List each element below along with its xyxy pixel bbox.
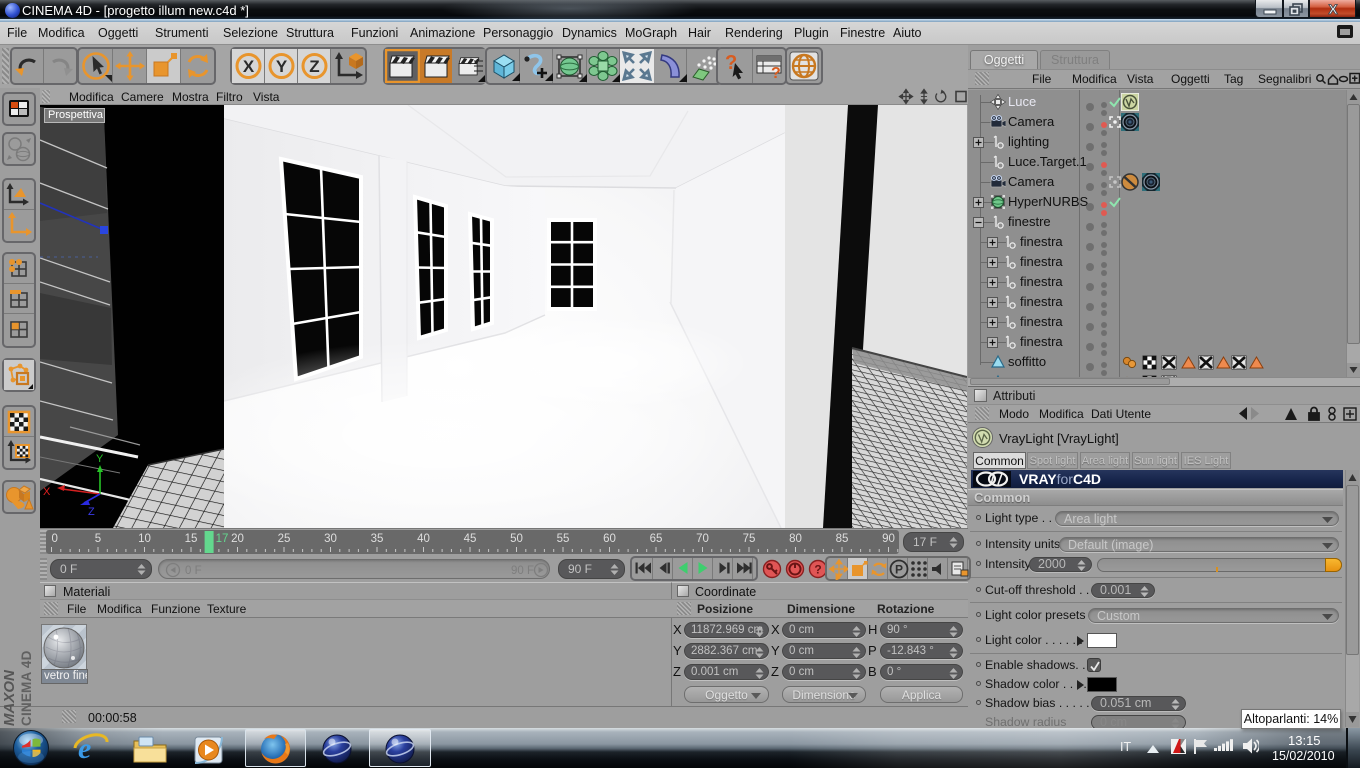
svg-text:X: X: [43, 486, 51, 498]
svg-text:90: 90: [882, 533, 895, 545]
svg-text:5: 5: [95, 533, 101, 545]
svg-text:X: X: [1328, 1, 1338, 17]
svg-text:60: 60: [603, 533, 616, 545]
svg-text:0: 0: [52, 533, 58, 545]
svg-text:80: 80: [789, 533, 802, 545]
svg-text:30: 30: [324, 533, 337, 545]
svg-text:20: 20: [231, 533, 244, 545]
svg-text:10: 10: [138, 533, 151, 545]
svg-text:35: 35: [371, 533, 384, 545]
svg-text:50: 50: [510, 533, 523, 545]
svg-text:VRAYforC4D: VRAYforC4D: [1019, 471, 1101, 487]
svg-text:75: 75: [743, 533, 756, 545]
svg-text:40: 40: [417, 533, 430, 545]
svg-text:65: 65: [650, 533, 663, 545]
svg-text:85: 85: [836, 533, 849, 545]
svg-text:55: 55: [557, 533, 570, 545]
svg-text:Z: Z: [88, 506, 95, 518]
svg-text:70: 70: [696, 533, 709, 545]
svg-text:0 F: 0 F: [185, 565, 202, 577]
svg-text:25: 25: [278, 533, 291, 545]
svg-text:45: 45: [464, 533, 477, 545]
svg-text:?: ?: [814, 563, 821, 577]
svg-text:P: P: [895, 563, 903, 577]
svg-text:Y: Y: [96, 453, 104, 465]
svg-text:15: 15: [185, 533, 198, 545]
svg-text:90 F: 90 F: [511, 565, 534, 577]
svg-text:?: ?: [771, 65, 781, 82]
svg-text:Y: Y: [276, 57, 288, 76]
svg-text:X: X: [243, 57, 255, 76]
svg-text:17: 17: [216, 533, 229, 545]
svg-text:Z: Z: [309, 57, 319, 76]
